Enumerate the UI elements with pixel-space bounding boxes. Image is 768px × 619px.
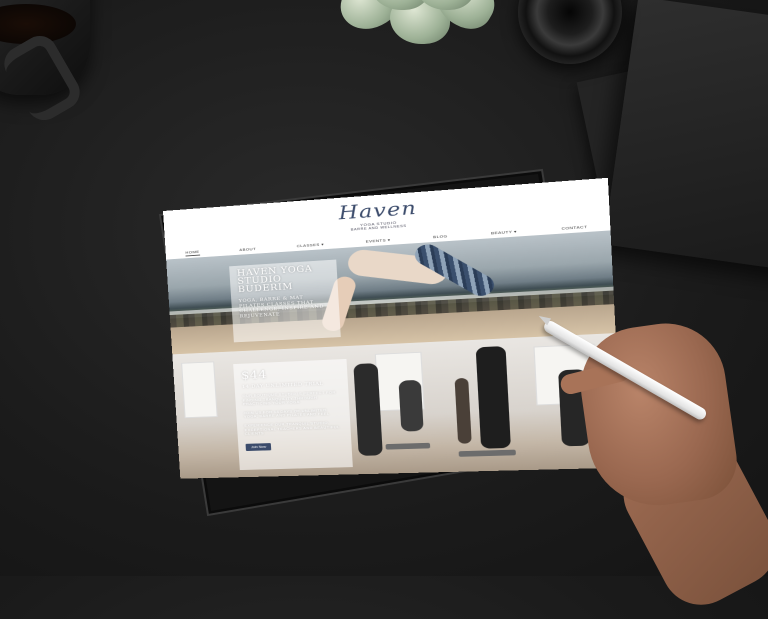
nav-home[interactable]: HOME: [185, 249, 200, 256]
hero-title: HAVEN YOGA STUDIO BUDERIM: [237, 265, 331, 295]
yoga-mat: [459, 450, 516, 457]
desk-scene: Haven YOGA STUDIO BARRE AND WELLNESS HOM…: [0, 0, 768, 576]
mug-handle: [0, 29, 86, 126]
person: [455, 378, 472, 444]
trial-price: $44: [241, 365, 340, 382]
nav-events[interactable]: EVENTS ▾: [365, 237, 390, 243]
hero-textbox: HAVEN YOGA STUDIO BUDERIM YOGA, BARRE & …: [229, 260, 341, 343]
offer-paragraph: JOIN US FOR 14 DAYS OF UNLIMITED YOGA, B…: [243, 408, 342, 420]
person: [398, 380, 423, 432]
offer-paragraph: EXPERIENCE OUR TRANQUIL STUDIO, EXCEPTIO…: [244, 421, 343, 437]
nav-classes[interactable]: CLASSES ▾: [297, 241, 325, 247]
nav-beauty[interactable]: BEAUTY ▾: [491, 228, 517, 234]
trial-title: 14 DAY UNLIMITED TRIAL: [242, 380, 341, 390]
camera-lens: [518, 0, 622, 64]
coffee-mug: [0, 0, 90, 95]
succulent-plant: [340, 0, 500, 60]
offer-paragraph: OUR BOUTIQUE STUDIO IS PERFECT FOR FINDI…: [242, 390, 341, 406]
instructor: [476, 346, 511, 449]
join-now-button[interactable]: Join Now: [246, 443, 272, 451]
notebook: [604, 0, 768, 273]
nav-about[interactable]: ABOUT: [239, 246, 256, 252]
hero-subtitle: YOGA, BARRE & MAT PILATES CLASSES THAT C…: [239, 294, 332, 319]
nav-blog[interactable]: BLOG: [433, 233, 448, 239]
hand: [573, 316, 742, 514]
studio-window: [181, 361, 218, 418]
nav-contact[interactable]: CONTACT: [561, 224, 587, 231]
offer-textbox: $44 14 DAY UNLIMITED TRIAL OUR BOUTIQUE …: [233, 359, 353, 470]
studio-section: $44 14 DAY UNLIMITED TRIAL OUR BOUTIQUE …: [172, 333, 622, 479]
yoga-mat: [386, 443, 431, 450]
